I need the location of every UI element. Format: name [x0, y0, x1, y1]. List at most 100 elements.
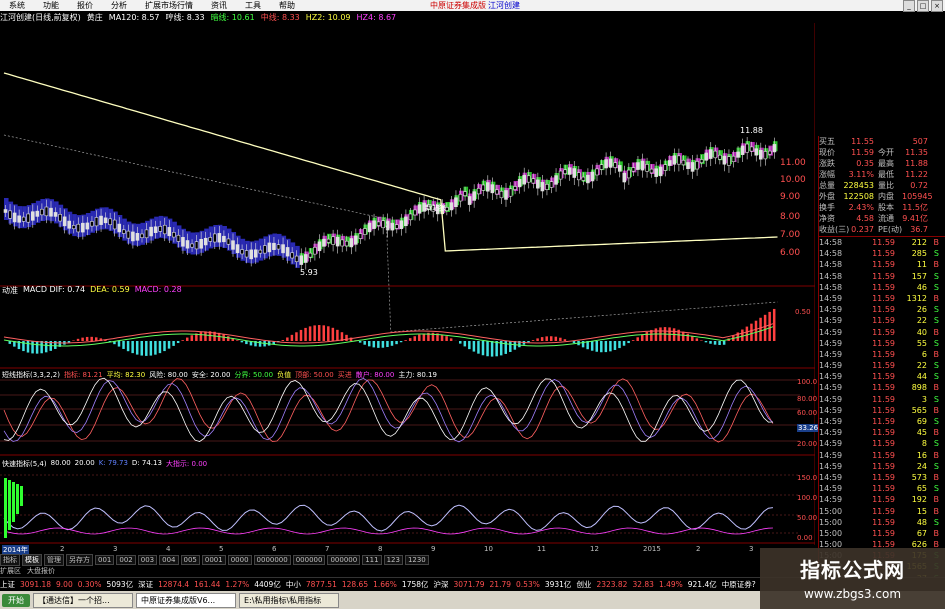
quote-key: 现价 [819, 148, 835, 157]
macd-bar [536, 338, 539, 341]
candle-body [458, 194, 463, 202]
tab-market-quote[interactable]: 大盘报价 [27, 566, 55, 575]
close-icon[interactable]: × [931, 0, 943, 12]
hz4-value: HZ4: 8.67 [356, 12, 397, 22]
menu-function[interactable]: 功能 [34, 0, 68, 11]
price-tick: 8.00 [780, 212, 801, 222]
maximize-icon[interactable]: □ [917, 0, 929, 12]
macd-bar [759, 317, 762, 341]
low-price-label: 5.93 [300, 268, 318, 277]
menu-help[interactable]: 帮助 [270, 0, 304, 11]
date-tick: 3 [113, 545, 118, 553]
macd-bar [131, 341, 134, 354]
tick-row: 14:59 11.59 565 B [819, 405, 945, 416]
quote-value2: 105945 [902, 192, 933, 201]
candle-body [17, 215, 21, 223]
candle-body [590, 171, 595, 182]
task-zhongyuan[interactable]: 中原证券集成版V6... [136, 592, 236, 608]
macd-bar [413, 336, 416, 341]
candle-body [117, 223, 122, 233]
macd-bar [176, 341, 180, 344]
indicator-tab[interactable]: 001 [95, 555, 115, 565]
indicator-name: 黄庄 [86, 12, 103, 22]
indicator-tab[interactable]: 000000 [327, 555, 361, 565]
quote-key2: 最高 [878, 159, 894, 168]
candle-body [290, 252, 294, 259]
candle-body [485, 182, 490, 192]
menu-info[interactable]: 资讯 [202, 0, 236, 11]
hz2-value: HZ2: 10.09 [305, 12, 351, 22]
tab-extension[interactable]: 扩展区 [0, 566, 21, 575]
candle-body [526, 175, 531, 183]
quote-key: 外盘 [819, 192, 835, 201]
candle-body [367, 222, 372, 233]
indicator-tab[interactable]: 指标 [0, 554, 20, 566]
indicator-tab[interactable]: 0000 [227, 555, 252, 565]
indicator-tab[interactable]: 000000 [292, 555, 326, 565]
menu-analysis[interactable]: 分析 [102, 0, 136, 11]
indicator-tab[interactable]: 002 [116, 555, 136, 565]
tick-volume: 11 [916, 260, 927, 270]
candle-body [572, 168, 577, 178]
menu-system[interactable]: 系统 [0, 0, 34, 11]
indicator-tab[interactable]: 003 [137, 555, 158, 565]
macd-bar [304, 327, 307, 341]
macd-bar [345, 334, 348, 341]
macd-bar [85, 336, 89, 341]
candle-body [517, 179, 522, 188]
menu-quote[interactable]: 报价 [68, 0, 102, 11]
indicator-tab[interactable]: 004 [159, 555, 179, 565]
macd-bar [322, 325, 325, 341]
macd-bar [295, 332, 298, 341]
index-pct: 1.66% [373, 580, 397, 589]
indicator-tab[interactable]: 另存方 [66, 554, 93, 566]
candle-body [363, 228, 367, 235]
date-tick: 12 [590, 545, 599, 553]
price-tick: 10.00 [780, 175, 806, 185]
indicator-tab[interactable]: 123 [383, 555, 403, 565]
candle-body [258, 249, 263, 254]
tick-side: S [933, 282, 939, 292]
quote-row: 买五 11.55 507 [819, 136, 945, 147]
indicator-tab[interactable]: 0000000 [253, 555, 291, 565]
quote-key2: 量比 [878, 181, 894, 190]
macd-bar [609, 341, 612, 352]
tick-price: 11.59 [872, 361, 895, 371]
kdj-value: 安全: 20.00 [191, 371, 231, 379]
candle-body [294, 255, 299, 263]
macd-bar [449, 338, 453, 341]
watermark-url: www.zbgs3.com [803, 587, 902, 601]
task-tdx[interactable]: 【通达信】一个招... [33, 592, 133, 608]
tick-side: S [933, 305, 939, 315]
sec3-label: 快速指标(5,4) [2, 460, 47, 468]
indicator-tab[interactable]: 0001 [201, 555, 226, 565]
start-button[interactable]: 开始 [2, 593, 30, 607]
menu-tools[interactable]: 工具 [236, 0, 270, 11]
tick-volume: 69 [916, 417, 927, 426]
task-folder[interactable]: E:\私用指标\私用指标 [239, 592, 339, 608]
tick-volume: 3 [921, 394, 927, 404]
sec3-spike-bar [4, 478, 7, 538]
indicator-tab[interactable]: 005 [180, 555, 200, 565]
tick-price: 11.59 [872, 484, 895, 494]
quote-value2: 11.22 [905, 170, 928, 179]
macd-bar [550, 336, 553, 341]
candle-body [749, 146, 754, 152]
tick-price: 11.59 [872, 472, 895, 482]
macd-bar [331, 327, 335, 341]
date-tick: 2 [696, 545, 701, 553]
tick-volume: 15 [916, 506, 927, 516]
quote-value2: 36.7 [910, 225, 928, 234]
candle-body [413, 209, 417, 216]
indicator-tab[interactable]: 1230 [404, 555, 429, 565]
minimize-icon[interactable]: _ [903, 0, 915, 12]
broker-status[interactable]: 中原证券? [722, 579, 756, 590]
menu-ext-market[interactable]: 扩展市场行情 [136, 0, 202, 11]
indicator-tab[interactable]: 管理 [44, 554, 64, 566]
quote-row: 外盘 122508 内盘 105945 [819, 191, 945, 202]
tick-side: B [933, 405, 940, 415]
candle-body [181, 237, 185, 247]
indicator-tab[interactable]: 模板 [22, 554, 42, 566]
indicator-tab[interactable]: 111 [362, 555, 382, 565]
candle-body [21, 216, 26, 222]
